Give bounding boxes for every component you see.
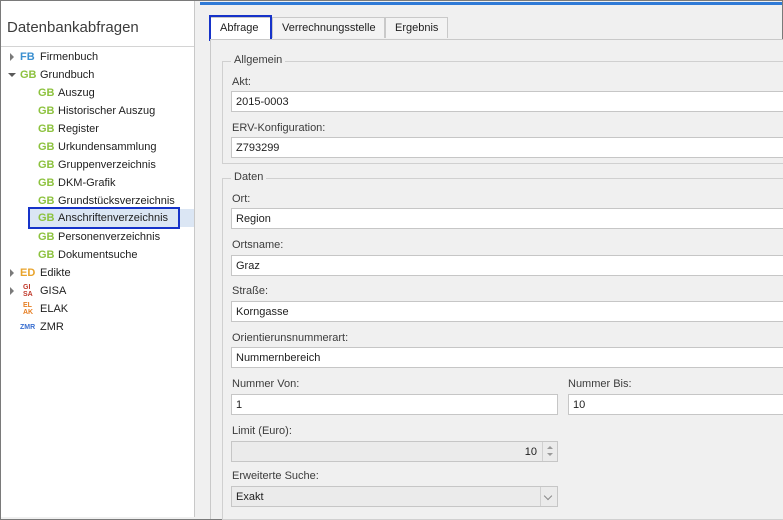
sidebar: Datenbankabfragen FB Firmenbuch GB Grund… bbox=[1, 1, 195, 517]
tree-item-label: DKM-Grafik bbox=[58, 177, 116, 189]
sidebar-title: Datenbankabfragen bbox=[7, 19, 139, 36]
tree-item-firmenbuch[interactable]: FB Firmenbuch bbox=[1, 48, 191, 66]
limit-label: Limit (Euro): bbox=[232, 425, 292, 437]
tree-item-grundbuch[interactable]: GB Grundbuch bbox=[1, 66, 191, 84]
zmr-icon: ZMR bbox=[20, 324, 36, 331]
tree-item-zmr[interactable]: ZMR ZMR bbox=[1, 318, 191, 336]
tree-item-label: Personenverzeichnis bbox=[58, 231, 161, 243]
dropdown-button bbox=[540, 487, 557, 506]
erweiterte-suche-select: Exakt bbox=[231, 486, 558, 507]
orientierung-field[interactable]: Nummernbereich bbox=[231, 347, 783, 368]
strasse-field[interactable]: Korngasse bbox=[231, 301, 783, 322]
grundbuch-icon: GB bbox=[38, 231, 55, 243]
erweiterte-suche-label: Erweiterte Suche: bbox=[232, 470, 319, 482]
ort-field[interactable]: Region bbox=[231, 208, 783, 229]
expand-arrow-icon[interactable] bbox=[10, 269, 14, 277]
tree-item-label: Dokumentsuche bbox=[58, 249, 138, 261]
grundbuch-icon: GB bbox=[38, 177, 55, 189]
tab-ergebnis[interactable]: Ergebnis bbox=[385, 17, 448, 38]
ortsname-field[interactable]: Graz bbox=[231, 255, 783, 276]
group-title: Daten bbox=[231, 171, 267, 183]
tree-item-label: ELAK bbox=[40, 303, 69, 315]
nummer-von-field[interactable]: 1 bbox=[231, 394, 558, 415]
tree-item-gisa[interactable]: GI SA GISA bbox=[1, 282, 191, 300]
tree-item-personenverzeichnis[interactable]: GB Personenverzeichnis bbox=[1, 228, 191, 246]
spin-down-icon bbox=[547, 453, 553, 456]
gisa-icon: GI SA bbox=[23, 284, 33, 298]
grundbuch-icon: GB bbox=[38, 249, 55, 261]
collapse-arrow-icon[interactable] bbox=[8, 73, 16, 77]
firmenbuch-icon: FB bbox=[20, 51, 35, 63]
tree-item-label: Register bbox=[58, 123, 99, 135]
elak-icon: EL AK bbox=[23, 302, 34, 316]
chevron-down-icon bbox=[543, 491, 553, 501]
accent-line bbox=[200, 2, 782, 5]
tree-item-label: Auszug bbox=[58, 87, 95, 99]
tree-item-label: Gruppenverzeichnis bbox=[58, 159, 156, 171]
tree-item-historischer-auszug[interactable]: GB Historischer Auszug bbox=[1, 102, 191, 120]
ortsname-label: Ortsname: bbox=[232, 239, 284, 251]
tree-item-label: Edikte bbox=[40, 267, 71, 279]
erv-label: ERV-Konfiguration: bbox=[232, 122, 326, 134]
tree-item-elak[interactable]: EL AK ELAK bbox=[1, 300, 191, 318]
tree-item-label: Firmenbuch bbox=[40, 51, 99, 63]
selection-annotation-box bbox=[28, 207, 180, 229]
limit-value: 10 bbox=[524, 446, 537, 458]
orientierung-label: Orientierunsnummerart: bbox=[232, 332, 349, 344]
tree-item-label: Historischer Auszug bbox=[58, 105, 156, 117]
tab-verrechnungsstelle[interactable]: Verrechnungsstelle bbox=[272, 17, 385, 38]
group-title: Allgemein bbox=[231, 54, 286, 66]
expand-arrow-icon[interactable] bbox=[10, 287, 14, 295]
akt-field[interactable]: 2015-0003 bbox=[231, 91, 783, 112]
akt-label: Akt: bbox=[232, 76, 251, 88]
grundbuch-icon: GB bbox=[20, 69, 37, 81]
grundbuch-icon: GB bbox=[38, 123, 55, 135]
tree-item-label: Urkundensammlung bbox=[58, 141, 157, 153]
grundbuch-icon: GB bbox=[38, 141, 55, 153]
erweiterte-suche-value: Exakt bbox=[236, 491, 264, 503]
erv-field[interactable]: Z793299 bbox=[231, 137, 783, 158]
expand-arrow-icon[interactable] bbox=[10, 53, 14, 61]
tree-item-dokumentsuche[interactable]: GB Dokumentsuche bbox=[1, 246, 191, 264]
tree-item-edikte[interactable]: ED Edikte bbox=[1, 264, 191, 282]
tree-item-register[interactable]: GB Register bbox=[1, 120, 191, 138]
tab-annotation-box bbox=[209, 15, 272, 41]
grundbuch-icon: GB bbox=[38, 159, 55, 171]
tab-content: Allgemein Akt: 2015-0003 ERV-Konfigurati… bbox=[210, 39, 783, 520]
ort-label: Ort: bbox=[232, 193, 251, 205]
nummer-bis-field[interactable]: 10 bbox=[568, 394, 783, 415]
sidebar-divider bbox=[1, 46, 194, 47]
tree-item-label: Grundbuch bbox=[40, 69, 95, 81]
nummer-bis-label: Nummer Bis: bbox=[568, 378, 632, 390]
tree-item-gruppenverzeichnis[interactable]: GB Gruppenverzeichnis bbox=[1, 156, 191, 174]
spin-buttons bbox=[542, 442, 557, 461]
tree-item-label: ZMR bbox=[40, 321, 64, 333]
tree-item-urkundensammlung[interactable]: GB Urkundensammlung bbox=[1, 138, 191, 156]
strasse-label: Straße: bbox=[232, 285, 269, 297]
nummer-von-label: Nummer Von: bbox=[232, 378, 300, 390]
spin-up-icon bbox=[547, 446, 553, 449]
grundbuch-icon: GB bbox=[38, 87, 55, 99]
edikte-icon: ED bbox=[20, 267, 36, 279]
grundbuch-icon: GB bbox=[38, 105, 55, 117]
tree-item-label: GISA bbox=[40, 285, 67, 297]
tree-item-dkm-grafik[interactable]: GB DKM-Grafik bbox=[1, 174, 191, 192]
limit-field: 10 bbox=[231, 441, 558, 462]
tree-item-auszug[interactable]: GB Auszug bbox=[1, 84, 191, 102]
